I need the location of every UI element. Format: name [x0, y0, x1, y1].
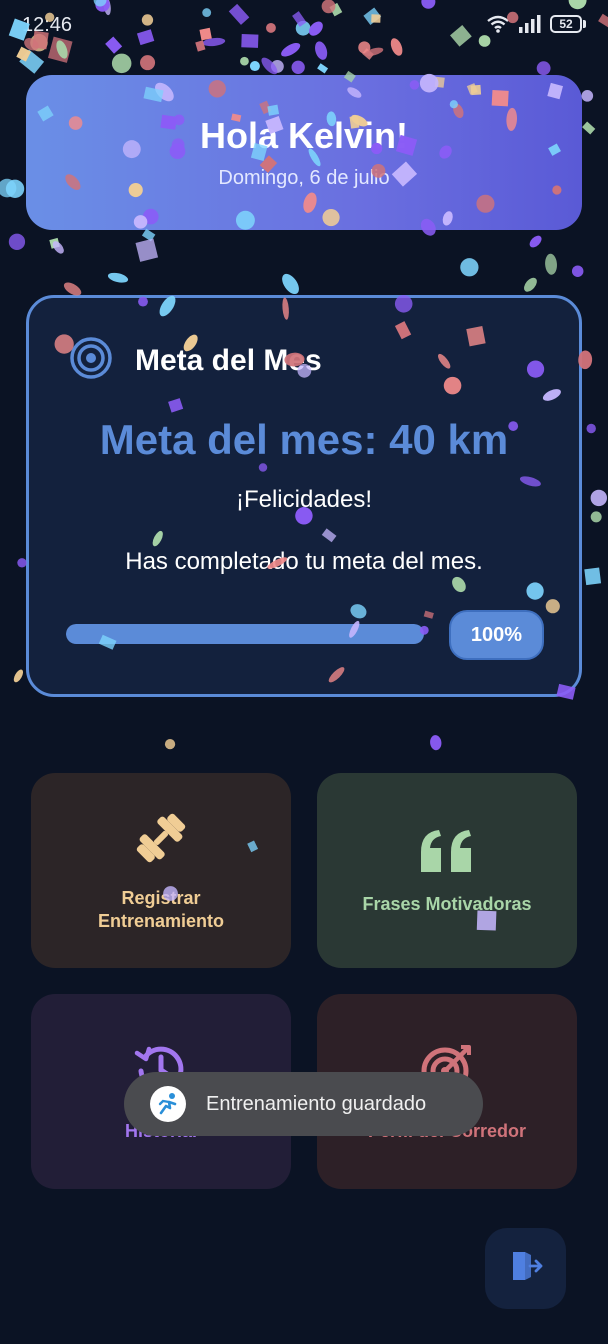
goal-header-title: Meta del Mes	[135, 343, 322, 377]
confetti-piece	[249, 61, 260, 72]
status-icons: 52	[486, 14, 586, 34]
confetti-piece	[282, 273, 299, 295]
toast-notification: Entrenamiento guardado	[124, 1072, 483, 1136]
motivational-quotes-button[interactable]: Frases Motivadoras	[317, 773, 577, 968]
logout-icon	[509, 1249, 543, 1288]
confetti-piece	[52, 241, 64, 254]
confetti-piece	[111, 53, 132, 74]
confetti-piece	[590, 511, 602, 523]
confetti-piece	[13, 669, 24, 683]
confetti-piece	[524, 277, 537, 292]
toast-text: Entrenamiento guardado	[206, 1092, 427, 1115]
motivational-quotes-label: Frases Motivadoras	[362, 893, 532, 914]
confetti-piece	[261, 57, 278, 75]
greeting-title: Hola Kelvin!	[199, 115, 409, 156]
confetti-piece	[240, 56, 249, 66]
confetti-piece	[584, 567, 602, 586]
confetti-piece	[0, 178, 17, 198]
goal-congrats: ¡Felicidades!	[235, 486, 373, 513]
signal-icon	[518, 15, 542, 33]
goal-header: Meta del Mes	[69, 336, 322, 385]
confetti-piece	[141, 228, 156, 242]
confetti-piece	[317, 63, 329, 74]
monthly-goal-card: Meta del Mes Meta del mes: 40 km ¡Felici…	[26, 295, 582, 697]
greeting-banner: Hola Kelvin! Domingo, 6 de julio	[26, 75, 582, 230]
target-icon	[69, 336, 113, 385]
battery-icon: 52	[550, 15, 586, 33]
goal-progress-fill	[66, 624, 424, 644]
register-training-button[interactable]: Registrar Entrenamiento	[31, 773, 291, 968]
confetti-piece	[5, 179, 25, 198]
dumbbell-icon	[131, 808, 191, 873]
goal-message: Has completado tu meta del mes.	[125, 548, 483, 575]
confetti-piece	[586, 423, 596, 434]
battery-level: 52	[550, 15, 582, 33]
wifi-icon	[486, 14, 510, 34]
confetti-piece	[135, 238, 159, 262]
confetti-piece	[164, 739, 176, 750]
runner-icon	[150, 1086, 186, 1122]
confetti-piece	[545, 253, 557, 275]
logout-button[interactable]	[485, 1228, 566, 1309]
goal-distance: Meta del mes: 40 km	[99, 416, 509, 463]
confetti-piece	[536, 61, 551, 76]
quote-icon	[417, 826, 477, 879]
confetti-piece	[430, 735, 442, 751]
confetti-piece	[529, 235, 542, 248]
confetti-piece	[581, 90, 594, 102]
confetti-piece	[590, 489, 608, 507]
confetti-piece	[291, 60, 305, 74]
confetti-piece	[571, 265, 584, 277]
confetti-piece	[460, 258, 479, 277]
confetti-piece	[270, 59, 284, 73]
confetti-piece	[582, 121, 596, 135]
goal-progress-bar	[66, 624, 424, 644]
confetti-piece	[140, 55, 156, 71]
register-training-label: Registrar Entrenamiento	[97, 888, 225, 931]
status-time: 12:46	[22, 14, 73, 36]
goal-progress-badge: 100%	[449, 610, 544, 660]
confetti-piece	[107, 272, 129, 283]
status-bar: 12:46 52	[0, 0, 608, 52]
confetti-piece	[49, 237, 60, 249]
confetti-piece	[8, 233, 26, 250]
greeting-date: Domingo, 6 de julio	[218, 167, 390, 189]
confetti-piece	[19, 49, 45, 74]
